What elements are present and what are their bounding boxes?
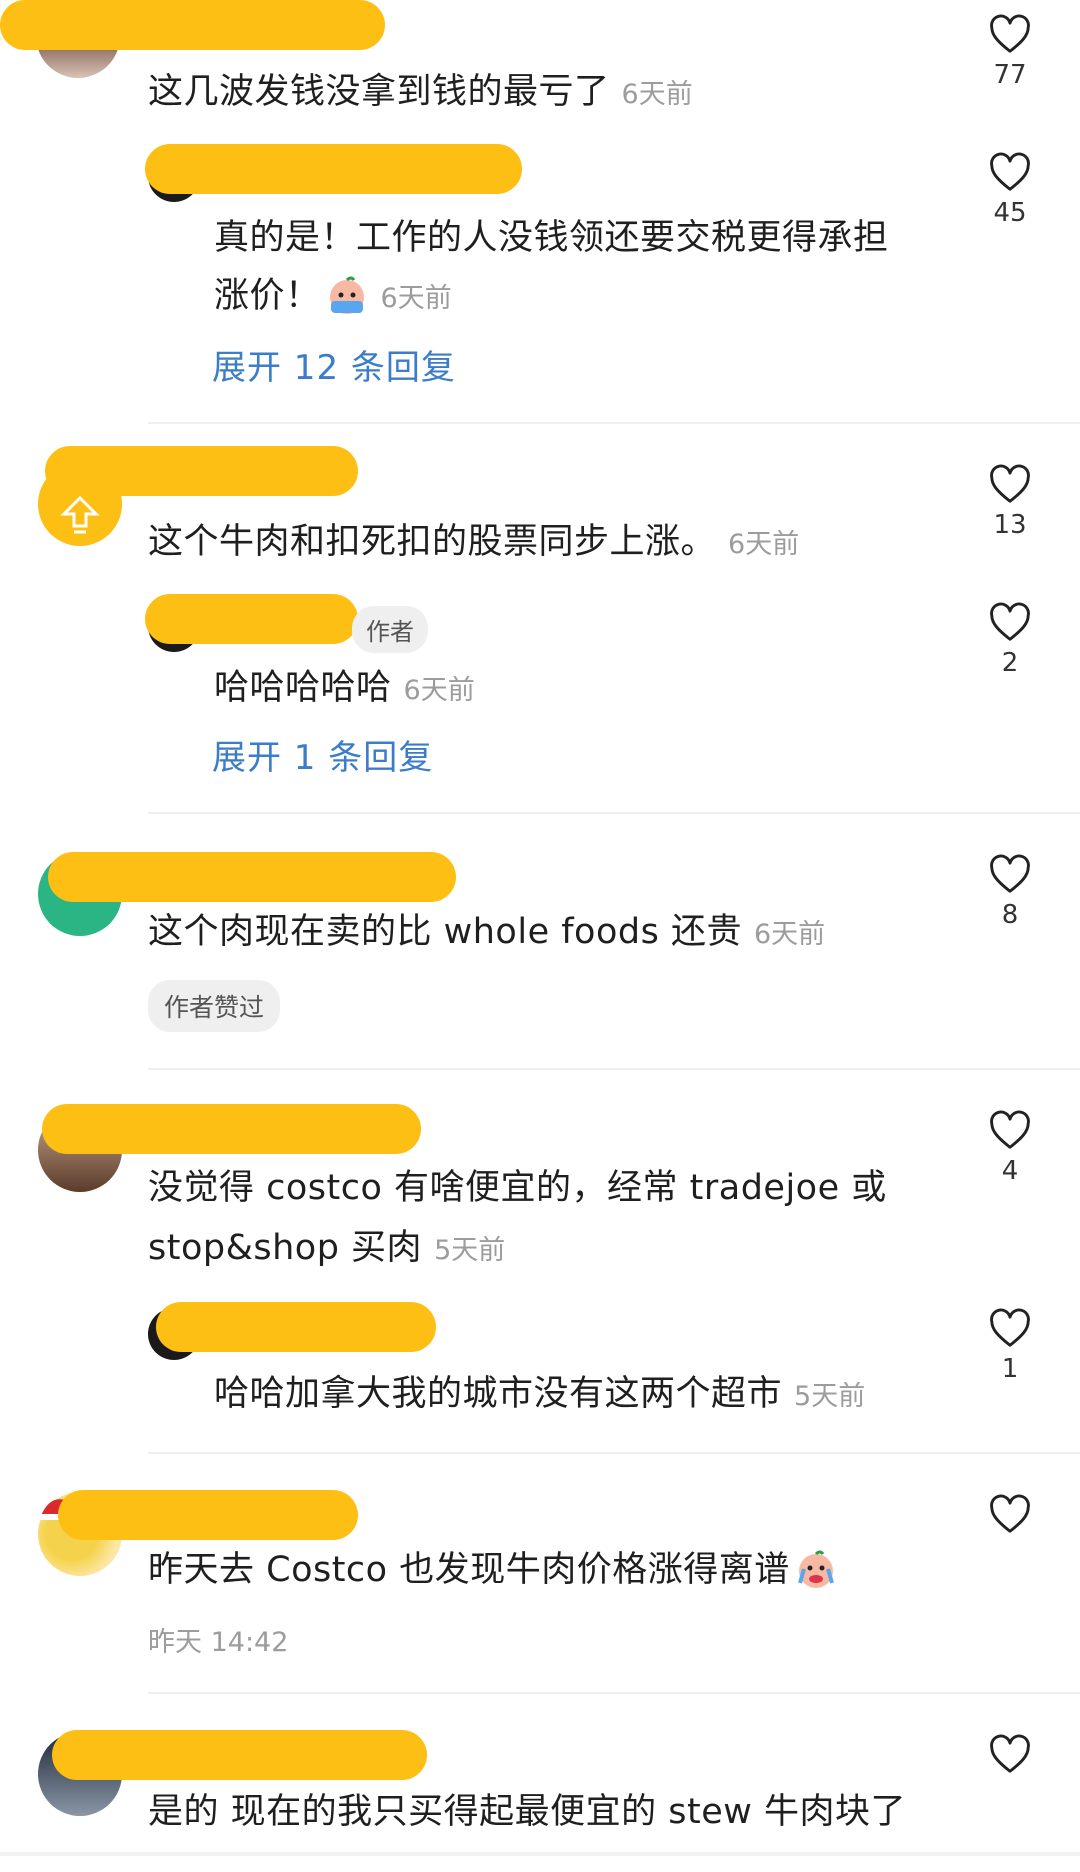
like-button[interactable]: 77 [970,14,1050,90]
heart-outline-icon [990,854,1030,893]
reply-time: 5天前 [794,1381,866,1412]
like-count: 13 [993,510,1027,540]
redacted-username [52,1730,427,1780]
comment-text: 是的 现在的我只买得起最便宜的 stew 牛肉块了 [148,1792,906,1832]
like-button[interactable]: 13 [970,464,1050,540]
redacted-username [48,852,456,902]
like-count: 77 [993,60,1027,90]
redacted-username [145,144,522,194]
redacted-username [45,446,358,496]
reply-time: 6天前 [380,283,452,314]
like-count: 2 [1001,648,1019,678]
like-count: 45 [993,198,1027,228]
heart-outline-icon [990,14,1030,53]
reply-text: 真的是！工作的人没钱领还要交税更得承担 [214,218,889,258]
comment-text: 这个牛肉和扣死扣的股票同步上涨。 6天前 [148,522,800,562]
reply-text: 哈哈哈哈哈 6天前 [214,668,475,708]
bottom-separator [0,1852,1080,1856]
reply-time: 6天前 [403,675,475,706]
expand-replies-link[interactable]: 展开 12 条回复 [212,340,456,389]
divider [148,1068,1080,1070]
divider [148,1452,1080,1454]
like-button[interactable]: 45 [970,152,1050,228]
comment-text: 昨天去 Costco 也发现牛肉价格涨得离谱 [148,1540,838,1600]
comment-text: 没觉得 costco 有啥便宜的，经常 tradejoe 或 [148,1168,887,1208]
redacted-username [58,1490,358,1540]
redacted-username [42,1104,421,1154]
reply-text: 涨价！ 6天前 [214,266,452,329]
comment-text: 这几波发钱没拿到钱的最亏了 6天前 [148,72,693,112]
reply-text: 哈哈加拿大我的城市没有这两个超市 5天前 [214,1374,866,1414]
like-count: 4 [1001,1156,1019,1186]
divider [148,422,1080,424]
comment-text: 这个肉现在卖的比 whole foods 还贵 6天前 [148,912,826,952]
like-button[interactable]: 1 [970,1308,1050,1384]
comment-time: 5天前 [434,1235,506,1266]
crying-face-icon [797,1550,834,1588]
expand-replies-link[interactable]: 展开 1 条回复 [212,730,433,779]
avatar-arrow-icon [58,492,102,536]
author-liked-tag: 作者赞过 [148,980,281,1032]
like-button[interactable]: 2 [970,602,1050,678]
heart-outline-icon [990,1308,1030,1347]
heart-outline-icon [990,464,1030,503]
like-count: 1 [1001,1354,1019,1384]
redacted-username [145,594,358,644]
heart-outline-icon [990,1494,1030,1533]
redacted-username [156,1302,436,1352]
like-button[interactable]: 4 [970,1110,1050,1186]
comment-time: 6天前 [728,529,800,560]
like-button[interactable] [970,1494,1050,1534]
comment-time: 6天前 [753,919,826,950]
like-button[interactable]: 8 [970,854,1050,930]
like-count: 8 [1001,900,1019,930]
comment-text: stop&shop 买肉 5天前 [148,1228,506,1268]
comment-time: 昨天 14:42 [148,1627,289,1658]
heart-outline-icon [990,1734,1030,1773]
like-button[interactable] [970,1734,1050,1774]
crying-face-icon [329,276,364,314]
divider [148,812,1080,814]
comment-time: 6天前 [621,79,693,110]
heart-outline-icon [990,1110,1030,1149]
heart-outline-icon [990,152,1030,191]
redacted-username [0,0,385,50]
heart-outline-icon [990,602,1030,641]
divider [148,1692,1080,1694]
author-tag: 作者 [352,606,428,653]
